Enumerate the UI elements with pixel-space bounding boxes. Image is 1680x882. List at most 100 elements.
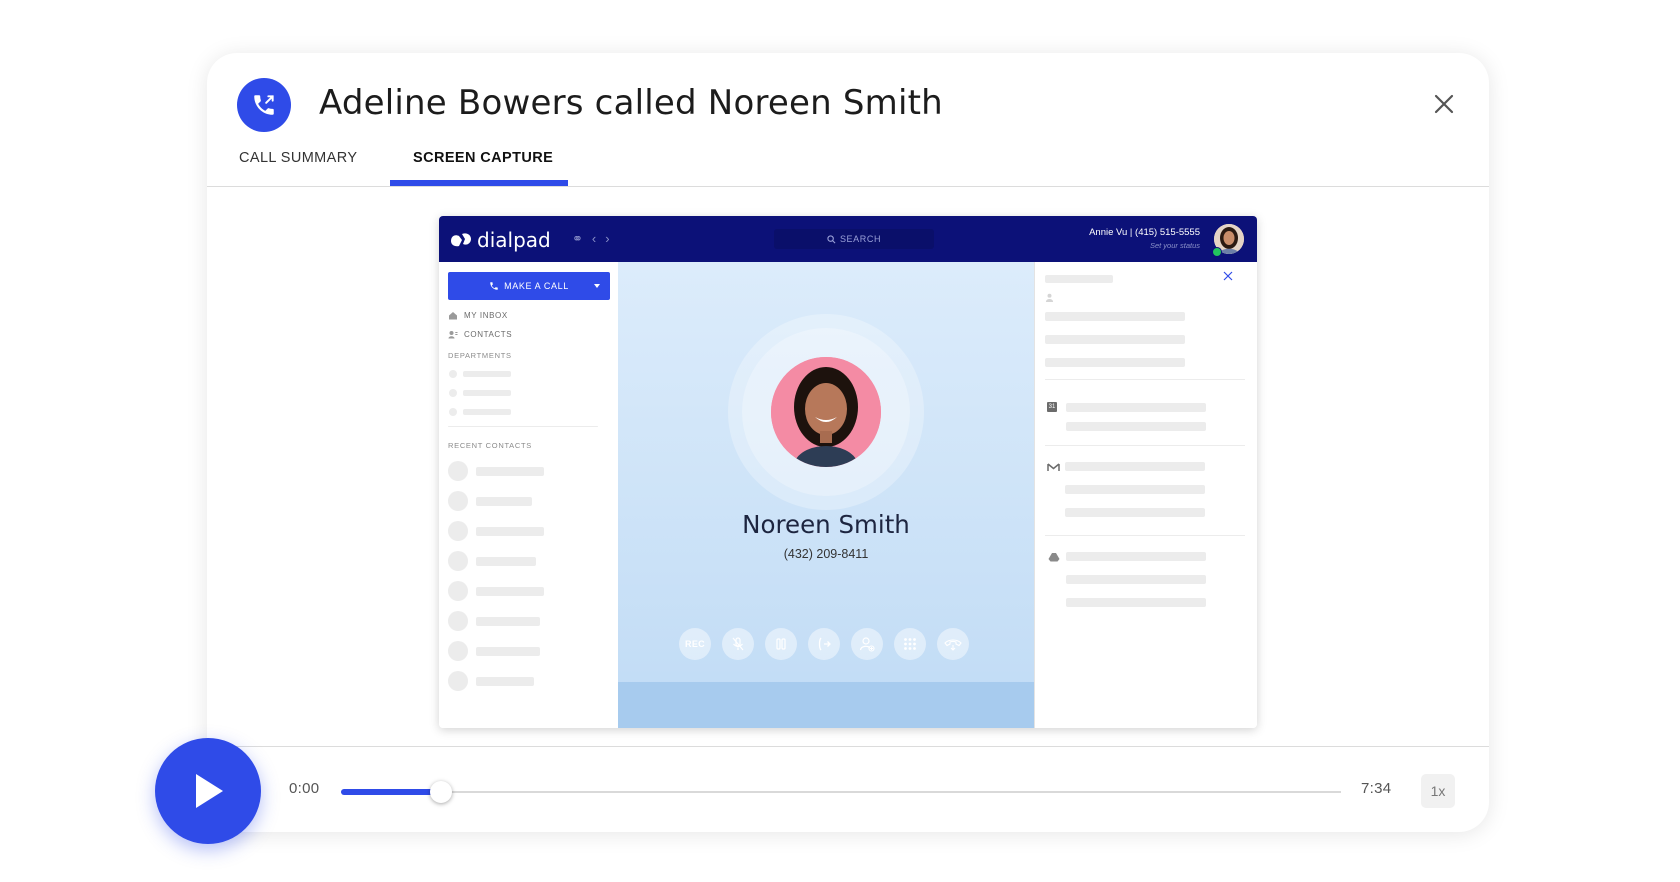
detail-placeholder xyxy=(1045,312,1185,321)
event-placeholder[interactable] xyxy=(1066,422,1206,431)
department-placeholder[interactable] xyxy=(463,371,511,377)
person-icon xyxy=(1045,293,1054,302)
pause-icon xyxy=(776,638,786,650)
user-info: Annie Vu | (415) 515-5555 xyxy=(1089,227,1200,238)
department-placeholder[interactable] xyxy=(463,409,511,415)
avatar xyxy=(448,611,468,631)
make-call-label: MAKE A CALL xyxy=(504,281,569,291)
contact-name: Noreen Smith xyxy=(742,510,910,539)
list-item[interactable] xyxy=(476,677,534,686)
make-call-button[interactable]: MAKE A CALL xyxy=(448,272,610,300)
call-controls: REC xyxy=(679,628,969,660)
search-placeholder: SEARCH xyxy=(839,234,882,244)
online-status-dot xyxy=(1212,247,1222,257)
divider xyxy=(1045,445,1245,446)
forward-icon[interactable]: › xyxy=(605,231,609,247)
mail-icon xyxy=(1047,463,1060,471)
avatar xyxy=(448,521,468,541)
tab-call-summary[interactable]: CALL SUMMARY xyxy=(239,150,357,166)
list-item[interactable] xyxy=(476,497,532,506)
duration: 7:34 xyxy=(1361,780,1392,797)
close-icon[interactable] xyxy=(1429,89,1459,119)
progress-fill xyxy=(341,789,441,795)
progress-handle[interactable] xyxy=(430,781,452,803)
file-placeholder[interactable] xyxy=(1066,575,1206,584)
department-placeholder[interactable] xyxy=(463,390,511,396)
divider xyxy=(448,426,598,427)
file-placeholder[interactable] xyxy=(1066,552,1206,561)
app-header: dialpad ⚭ ‹ › SEARCH Annie Vu | (415) 51… xyxy=(439,216,1257,262)
mute-button[interactable] xyxy=(722,628,754,660)
divider xyxy=(207,746,1489,747)
drive-icon xyxy=(1048,553,1060,562)
hangup-button[interactable] xyxy=(937,628,969,660)
departments-heading: DEPARTMENTS xyxy=(448,351,512,360)
record-button[interactable]: REC xyxy=(679,628,711,660)
list-item[interactable] xyxy=(476,527,544,536)
calendar-day: 31 xyxy=(1048,404,1056,410)
status-hint[interactable]: Set your status xyxy=(1150,241,1200,250)
chevron-down-icon[interactable] xyxy=(594,284,600,288)
keypad-icon xyxy=(904,638,916,650)
back-icon[interactable]: ‹ xyxy=(592,231,596,247)
avatar xyxy=(448,461,468,481)
sidebar-item-label: CONTACTS xyxy=(464,330,513,339)
avatar xyxy=(448,551,468,571)
email-placeholder[interactable] xyxy=(1065,485,1205,494)
list-item[interactable] xyxy=(476,587,544,596)
detail-placeholder xyxy=(1045,275,1113,283)
dialpad-logo: dialpad xyxy=(450,228,551,252)
search-input[interactable]: SEARCH xyxy=(774,229,934,249)
tab-screen-capture[interactable]: SCREEN CAPTURE xyxy=(413,150,553,166)
detail-placeholder xyxy=(1045,335,1185,344)
sidebar-item-inbox[interactable]: MY INBOX xyxy=(448,311,508,320)
detail-placeholder xyxy=(1045,358,1185,367)
play-button[interactable] xyxy=(155,738,261,844)
department-dot xyxy=(449,389,457,397)
record-label: REC xyxy=(685,639,705,649)
play-icon xyxy=(196,774,223,808)
sidebar-item-contacts[interactable]: CONTACTS xyxy=(448,330,512,339)
close-icon[interactable] xyxy=(1223,271,1233,281)
list-item[interactable] xyxy=(476,557,536,566)
phone-call-icon xyxy=(237,78,291,132)
contact-avatar xyxy=(771,357,881,467)
recent-contacts-heading: RECENT CONTACTS xyxy=(448,441,532,450)
progress-track[interactable] xyxy=(341,781,1341,803)
avatar xyxy=(448,641,468,661)
add-participant-button[interactable] xyxy=(851,628,883,660)
list-item[interactable] xyxy=(476,617,540,626)
playback-speed-button[interactable]: 1x xyxy=(1421,774,1455,808)
divider xyxy=(207,186,1489,187)
active-call-panel: Noreen Smith (432) 209-8411 REC xyxy=(618,262,1034,728)
sidebar-item-label: MY INBOX xyxy=(464,311,508,320)
avatar xyxy=(448,581,468,601)
mic-off-icon xyxy=(732,637,744,651)
list-item[interactable] xyxy=(476,647,540,656)
hangup-icon xyxy=(944,639,962,651)
headset-icon[interactable]: ⚭ xyxy=(572,231,583,247)
nav-controls: ⚭ ‹ › xyxy=(572,231,610,247)
event-placeholder[interactable] xyxy=(1066,403,1206,412)
email-placeholder[interactable] xyxy=(1065,462,1205,471)
screen-capture-frame: dialpad ⚭ ‹ › SEARCH Annie Vu | (415) 51… xyxy=(439,216,1257,728)
department-dot xyxy=(449,408,457,416)
search-icon xyxy=(827,234,836,243)
department-dot xyxy=(449,370,457,378)
phone-icon xyxy=(490,282,498,290)
calendar-icon: 31 xyxy=(1047,402,1057,412)
current-time: 0:00 xyxy=(289,780,320,797)
transfer-icon xyxy=(818,637,831,651)
app-sidebar: MAKE A CALL MY INBOX CONTACTS DEPARTMENT… xyxy=(439,262,618,728)
file-placeholder[interactable] xyxy=(1066,598,1206,607)
call-footer xyxy=(618,682,1034,728)
transfer-button[interactable] xyxy=(808,628,840,660)
list-item[interactable] xyxy=(476,467,544,476)
contact-details-panel: 31 xyxy=(1034,262,1257,728)
keypad-button[interactable] xyxy=(894,628,926,660)
divider xyxy=(1045,379,1245,380)
divider xyxy=(1045,535,1245,536)
avatar xyxy=(448,491,468,511)
hold-button[interactable] xyxy=(765,628,797,660)
email-placeholder[interactable] xyxy=(1065,508,1205,517)
